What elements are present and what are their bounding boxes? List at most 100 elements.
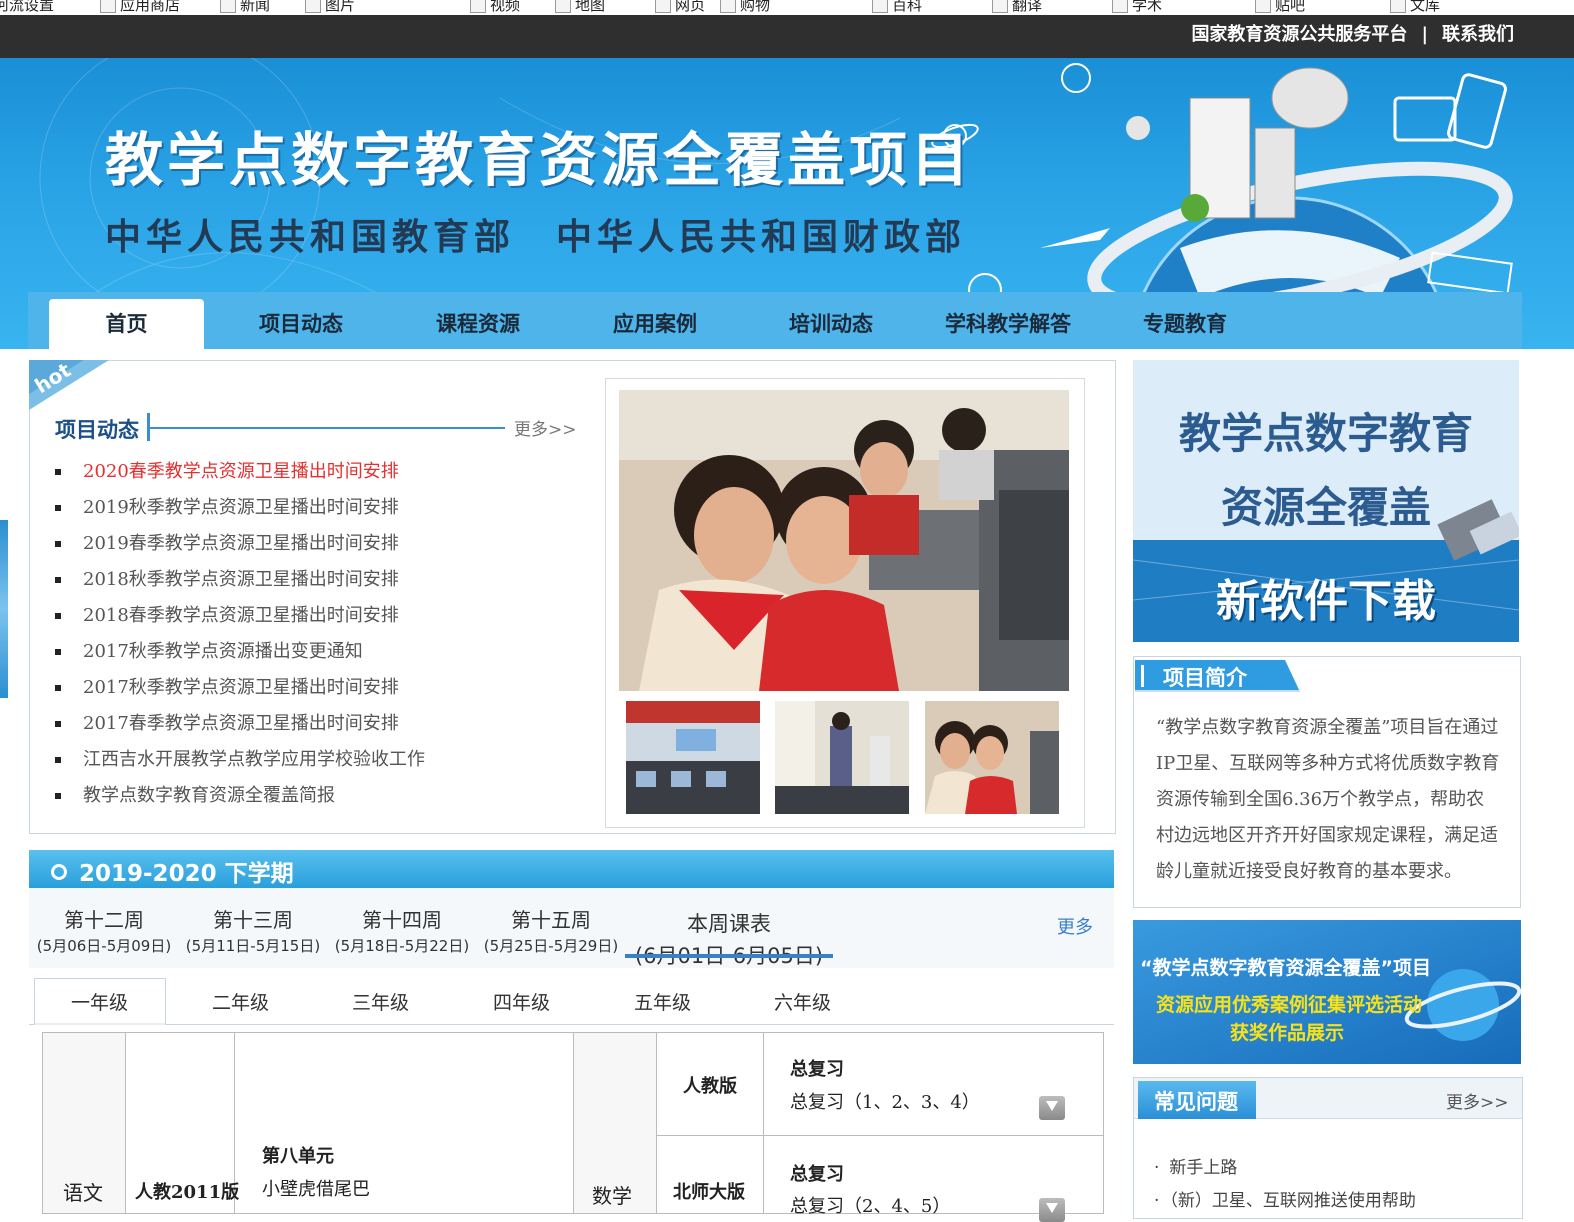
bullet-icon bbox=[55, 541, 61, 547]
week-tab[interactable]: 第十四周 (5月18日-5月22日) bbox=[331, 904, 473, 956]
top-links: 国家教育资源公共服务平台 | 联系我们 bbox=[1191, 15, 1514, 58]
download-icon[interactable] bbox=[1039, 1198, 1065, 1222]
subject-label: 数学 bbox=[592, 1184, 632, 1208]
faq-item-label: 新手上路 bbox=[1169, 1158, 1238, 1178]
schedule-title: 2019-2020 下学期 bbox=[79, 861, 294, 887]
top-separator: | bbox=[1421, 24, 1428, 45]
news-item-label: 2017秋季教学点资源播出变更通知 bbox=[83, 641, 363, 662]
bookmark-item[interactable]: 翻译 bbox=[992, 0, 1042, 14]
news-item[interactable]: 2017春季教学点资源卫星播出时间安排 bbox=[55, 709, 399, 735]
bookmark-item[interactable]: 地图 bbox=[555, 0, 605, 14]
week-tab[interactable]: 第十三周 (5月11日-5月15日) bbox=[182, 904, 324, 956]
thumbnail-photo[interactable] bbox=[925, 701, 1059, 814]
page-icon bbox=[872, 0, 888, 13]
grade-tab[interactable]: 三年级 bbox=[352, 988, 409, 1015]
nav-project-news[interactable]: 项目动态 bbox=[226, 292, 376, 349]
chapter-label: 总复习 bbox=[790, 1164, 844, 1185]
lesson-link[interactable]: 总复习（1、2、3、4） bbox=[790, 1088, 980, 1114]
news-item-label: 2019春季教学点资源卫星播出时间安排 bbox=[83, 533, 399, 554]
news-item-label: 2018秋季教学点资源卫星播出时间安排 bbox=[83, 569, 399, 590]
bookmark-item[interactable]: 应用商店 bbox=[100, 0, 180, 14]
current-week-indicator bbox=[625, 954, 833, 958]
nav-subject-qa[interactable]: 学科教学解答 bbox=[933, 292, 1083, 349]
faq-item[interactable]: · 新手上路 bbox=[1154, 1153, 1237, 1178]
bookmark-item[interactable]: 河流设置 bbox=[0, 0, 54, 14]
page-icon bbox=[100, 0, 116, 13]
news-item[interactable]: 2019秋季教学点资源卫星播出时间安排 bbox=[55, 493, 399, 519]
news-item-label: 教学点数字教育资源全覆盖简报 bbox=[83, 785, 335, 806]
news-item-label: 2020春季教学点资源卫星播出时间安排 bbox=[83, 461, 399, 482]
news-item[interactable]: 2018春季教学点资源卫星播出时间安排 bbox=[55, 601, 399, 627]
download-icon[interactable] bbox=[1039, 1096, 1065, 1120]
bullet-icon bbox=[55, 613, 61, 619]
faq-title: 常见问题 bbox=[1154, 1090, 1238, 1114]
bookmark-label: 购物 bbox=[740, 0, 771, 14]
thumbnail-photo[interactable] bbox=[626, 701, 760, 814]
bookmark-label: 学术 bbox=[1132, 0, 1163, 14]
news-item[interactable]: 江西吉水开展教学点教学应用学校验收工作 bbox=[55, 745, 425, 771]
news-item[interactable]: 2020春季教学点资源卫星播出时间安排 bbox=[55, 457, 399, 483]
top-bar: 国家教育资源公共服务平台 | 联系我们 bbox=[0, 15, 1574, 58]
bullet-icon bbox=[55, 721, 61, 727]
week-tab[interactable]: 第十五周 (5月25日-5月29日) bbox=[480, 904, 622, 956]
news-item[interactable]: 2019春季教学点资源卫星播出时间安排 bbox=[55, 529, 399, 555]
ad2-line1: “教学点数字教育资源全覆盖”项目 bbox=[1140, 957, 1431, 979]
grade-tab[interactable]: 五年级 bbox=[634, 988, 691, 1015]
nav-home[interactable]: 首页 bbox=[49, 299, 204, 349]
news-item-label: 2019秋季教学点资源卫星播出时间安排 bbox=[83, 497, 399, 518]
subject-label: 语文 bbox=[63, 1181, 103, 1205]
page-icon bbox=[655, 0, 671, 13]
news-item[interactable]: 2017秋季教学点资源播出变更通知 bbox=[55, 637, 363, 663]
bullet-icon bbox=[55, 793, 61, 799]
nav-cases[interactable]: 应用案例 bbox=[580, 292, 730, 349]
news-item[interactable]: 2018秋季教学点资源卫星播出时间安排 bbox=[55, 565, 399, 591]
faq-item[interactable]: · （新）卫星、互联网推送使用帮助 bbox=[1154, 1186, 1416, 1211]
side-float-ad[interactable] bbox=[0, 520, 8, 698]
lesson-link[interactable]: 小壁虎借尾巴 bbox=[262, 1175, 370, 1201]
grade-tab[interactable]: 四年级 bbox=[493, 988, 550, 1015]
bookmark-label: 图片 bbox=[325, 0, 356, 14]
banner-subtitle: 中华人民共和国教育部 中华人民共和国财政部 bbox=[105, 217, 967, 258]
thumbnail-photo[interactable] bbox=[775, 701, 909, 814]
bookmark-item[interactable]: 视频 bbox=[470, 0, 520, 14]
bookmark-item[interactable]: 新闻 bbox=[220, 0, 270, 14]
week-dates: (5月25日-5月29日) bbox=[483, 937, 619, 955]
week-tab-current[interactable]: 本周课表 (6月01日-6月05日) bbox=[625, 908, 833, 970]
news-item[interactable]: 教学点数字教育资源全覆盖简报 bbox=[55, 781, 335, 807]
schedule-more-link[interactable]: 更多 bbox=[1057, 913, 1093, 939]
bookmark-item[interactable]: 贴吧 bbox=[1255, 0, 1305, 14]
bookmark-item[interactable]: 图片 bbox=[305, 0, 355, 14]
grade-tab[interactable]: 一年级 bbox=[71, 988, 128, 1015]
page-icon bbox=[1390, 0, 1406, 13]
bookmark-label: 应用商店 bbox=[120, 0, 181, 14]
news-item-label: 江西吉水开展教学点教学应用学校验收工作 bbox=[83, 749, 425, 770]
bookmark-item[interactable]: 网页 bbox=[655, 0, 705, 14]
bookmark-label: 百科 bbox=[892, 0, 923, 14]
bookmark-item[interactable]: 购物 bbox=[720, 0, 770, 14]
bullet-icon bbox=[55, 505, 61, 511]
nav-special-education[interactable]: 专题教育 bbox=[1110, 292, 1260, 349]
bookmark-label: 视频 bbox=[490, 0, 521, 14]
page-icon bbox=[1112, 0, 1128, 13]
lesson-link[interactable]: 总复习（2、4、5） bbox=[790, 1192, 950, 1218]
bookmark-item[interactable]: 文库 bbox=[1390, 0, 1440, 14]
faq-more-link[interactable]: 更多>> bbox=[1446, 1088, 1509, 1113]
week-tab[interactable]: 第十二周 (5月06日-5月09日) bbox=[33, 904, 175, 956]
intro-title: 项目简介 bbox=[1163, 666, 1247, 690]
bookmark-item[interactable]: 百科 bbox=[872, 0, 922, 14]
news-item[interactable]: 2017秋季教学点资源卫星播出时间安排 bbox=[55, 673, 399, 699]
bullet-icon: · bbox=[1154, 1191, 1160, 1211]
bookmark-item[interactable]: 学术 bbox=[1112, 0, 1162, 14]
news-more-link[interactable]: 更多>> bbox=[514, 415, 577, 440]
week-dates: (5月06日-5月09日) bbox=[36, 937, 172, 955]
platform-link[interactable]: 国家教育资源公共服务平台 bbox=[1191, 24, 1407, 45]
nav-training[interactable]: 培训动态 bbox=[756, 292, 906, 349]
unit-label: 第八单元 bbox=[262, 1146, 334, 1167]
nav-course-resources[interactable]: 课程资源 bbox=[403, 292, 553, 349]
news-title-line bbox=[150, 427, 505, 429]
contact-link[interactable]: 联系我们 bbox=[1442, 24, 1514, 45]
main-photo[interactable] bbox=[619, 390, 1069, 691]
grade-tab[interactable]: 六年级 bbox=[774, 988, 831, 1015]
grade-tab[interactable]: 二年级 bbox=[212, 988, 269, 1015]
bullet-icon bbox=[55, 469, 61, 475]
